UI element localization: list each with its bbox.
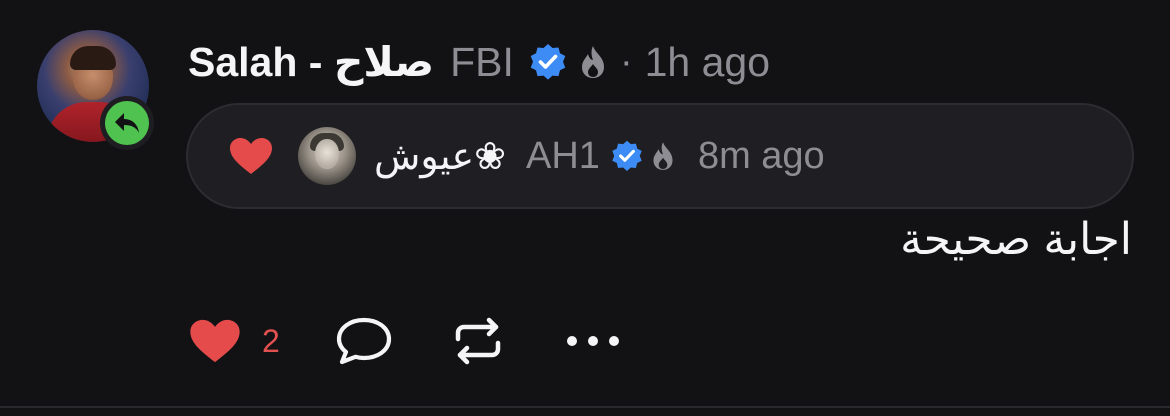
heart-icon [188,317,242,365]
more-options-button[interactable] [564,331,622,351]
like-count: 2 [262,322,280,359]
heart-icon [228,136,274,176]
quoted-author-handle[interactable]: AH1 [526,135,600,178]
verified-icon [610,139,644,173]
fire-icon [650,140,676,172]
post-body-text: اجابة صحيحة [900,215,1132,264]
avatar-hair [70,46,116,70]
header-separator: · [619,40,633,83]
comment-bubble-icon [334,315,394,367]
like-button[interactable]: 2 [188,317,280,365]
repost-button[interactable] [450,317,506,365]
quoted-timestamp: 8m ago [697,134,825,177]
quoted-author-name[interactable]: عيوش❀ [374,134,506,179]
author-avatar-wrapper[interactable] [37,30,154,150]
verified-icon [528,42,568,82]
comment-button[interactable] [334,315,394,367]
more-dots-icon [564,331,622,351]
action-bar: 2 [188,312,622,370]
reply-badge [100,96,154,150]
reply-post: Salah - صلاح FBI · 1h ago عيوش❀ AH1 8m a… [0,0,1170,416]
quoted-reaction-pill[interactable]: عيوش❀ AH1 8m ago [186,103,1134,209]
post-divider [0,406,1170,408]
fire-icon [578,44,608,80]
reply-arrow-icon [105,101,149,145]
post-timestamp[interactable]: 1h ago [645,39,770,86]
author-name[interactable]: Salah - صلاح [188,38,434,86]
quoted-avatar-face [315,139,339,169]
author-handle[interactable]: FBI [450,39,514,86]
post-header: Salah - صلاح FBI · 1h ago [188,34,770,90]
repost-icon [450,317,506,365]
quoted-author-avatar[interactable] [298,127,356,185]
